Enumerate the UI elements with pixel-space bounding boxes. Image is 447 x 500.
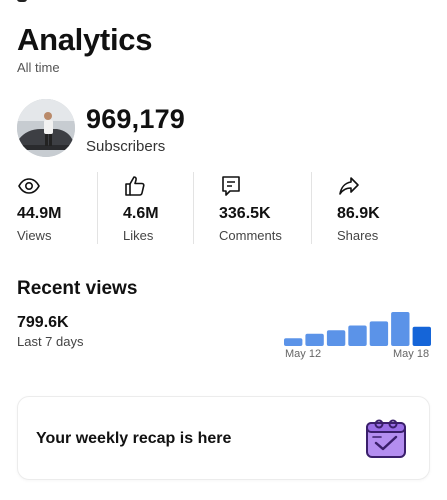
avatar — [17, 99, 75, 157]
weekly-recap-card[interactable]: Your weekly recap is here — [17, 396, 430, 480]
chart-tick-start: May 12 — [285, 348, 322, 360]
stats-row: 44.9M Views 4.6M Likes 336.5K Comments 8… — [0, 172, 447, 244]
recent-views-period: Last 7 days — [17, 334, 84, 349]
stat-value: 86.9K — [337, 205, 380, 222]
stat-label: Likes — [123, 228, 154, 243]
stat-label: Comments — [219, 228, 282, 243]
period-selector[interactable]: All time — [17, 60, 60, 75]
recap-text: Your weekly recap is here — [36, 430, 232, 447]
subscriber-count: 969,179 — [86, 104, 185, 134]
chart-bar-may-14 — [326, 330, 346, 346]
stat-value: 336.5K — [219, 205, 271, 222]
stat-label: Shares — [337, 228, 379, 243]
calendar-check-icon — [363, 415, 411, 463]
chart-tick-end: May 18 — [393, 348, 430, 360]
status-indicator — [17, 0, 27, 2]
chart-bar-may-15 — [348, 325, 367, 346]
share-icon — [337, 174, 361, 198]
chart-bar-may-12 — [284, 338, 303, 346]
thumbs-up-icon — [123, 174, 147, 198]
subscriber-label: Subscribers — [86, 138, 166, 155]
divider — [311, 172, 312, 244]
divider — [193, 172, 194, 244]
eye-icon — [17, 174, 41, 198]
stat-label: Views — [17, 228, 52, 243]
page-title: Analytics — [17, 22, 153, 57]
comment-icon — [219, 174, 243, 198]
chart-bar-may-18 — [412, 326, 431, 346]
chart-bar-may-16 — [369, 321, 389, 346]
stat-value: 44.9M — [17, 205, 62, 222]
chart-bar-may-13 — [305, 333, 324, 346]
recent-views-value: 799.6K — [17, 314, 69, 331]
stat-value: 4.6M — [123, 205, 159, 222]
chart-bar-may-17 — [391, 312, 410, 346]
divider — [97, 172, 98, 244]
recent-views-title: Recent views — [17, 278, 138, 299]
